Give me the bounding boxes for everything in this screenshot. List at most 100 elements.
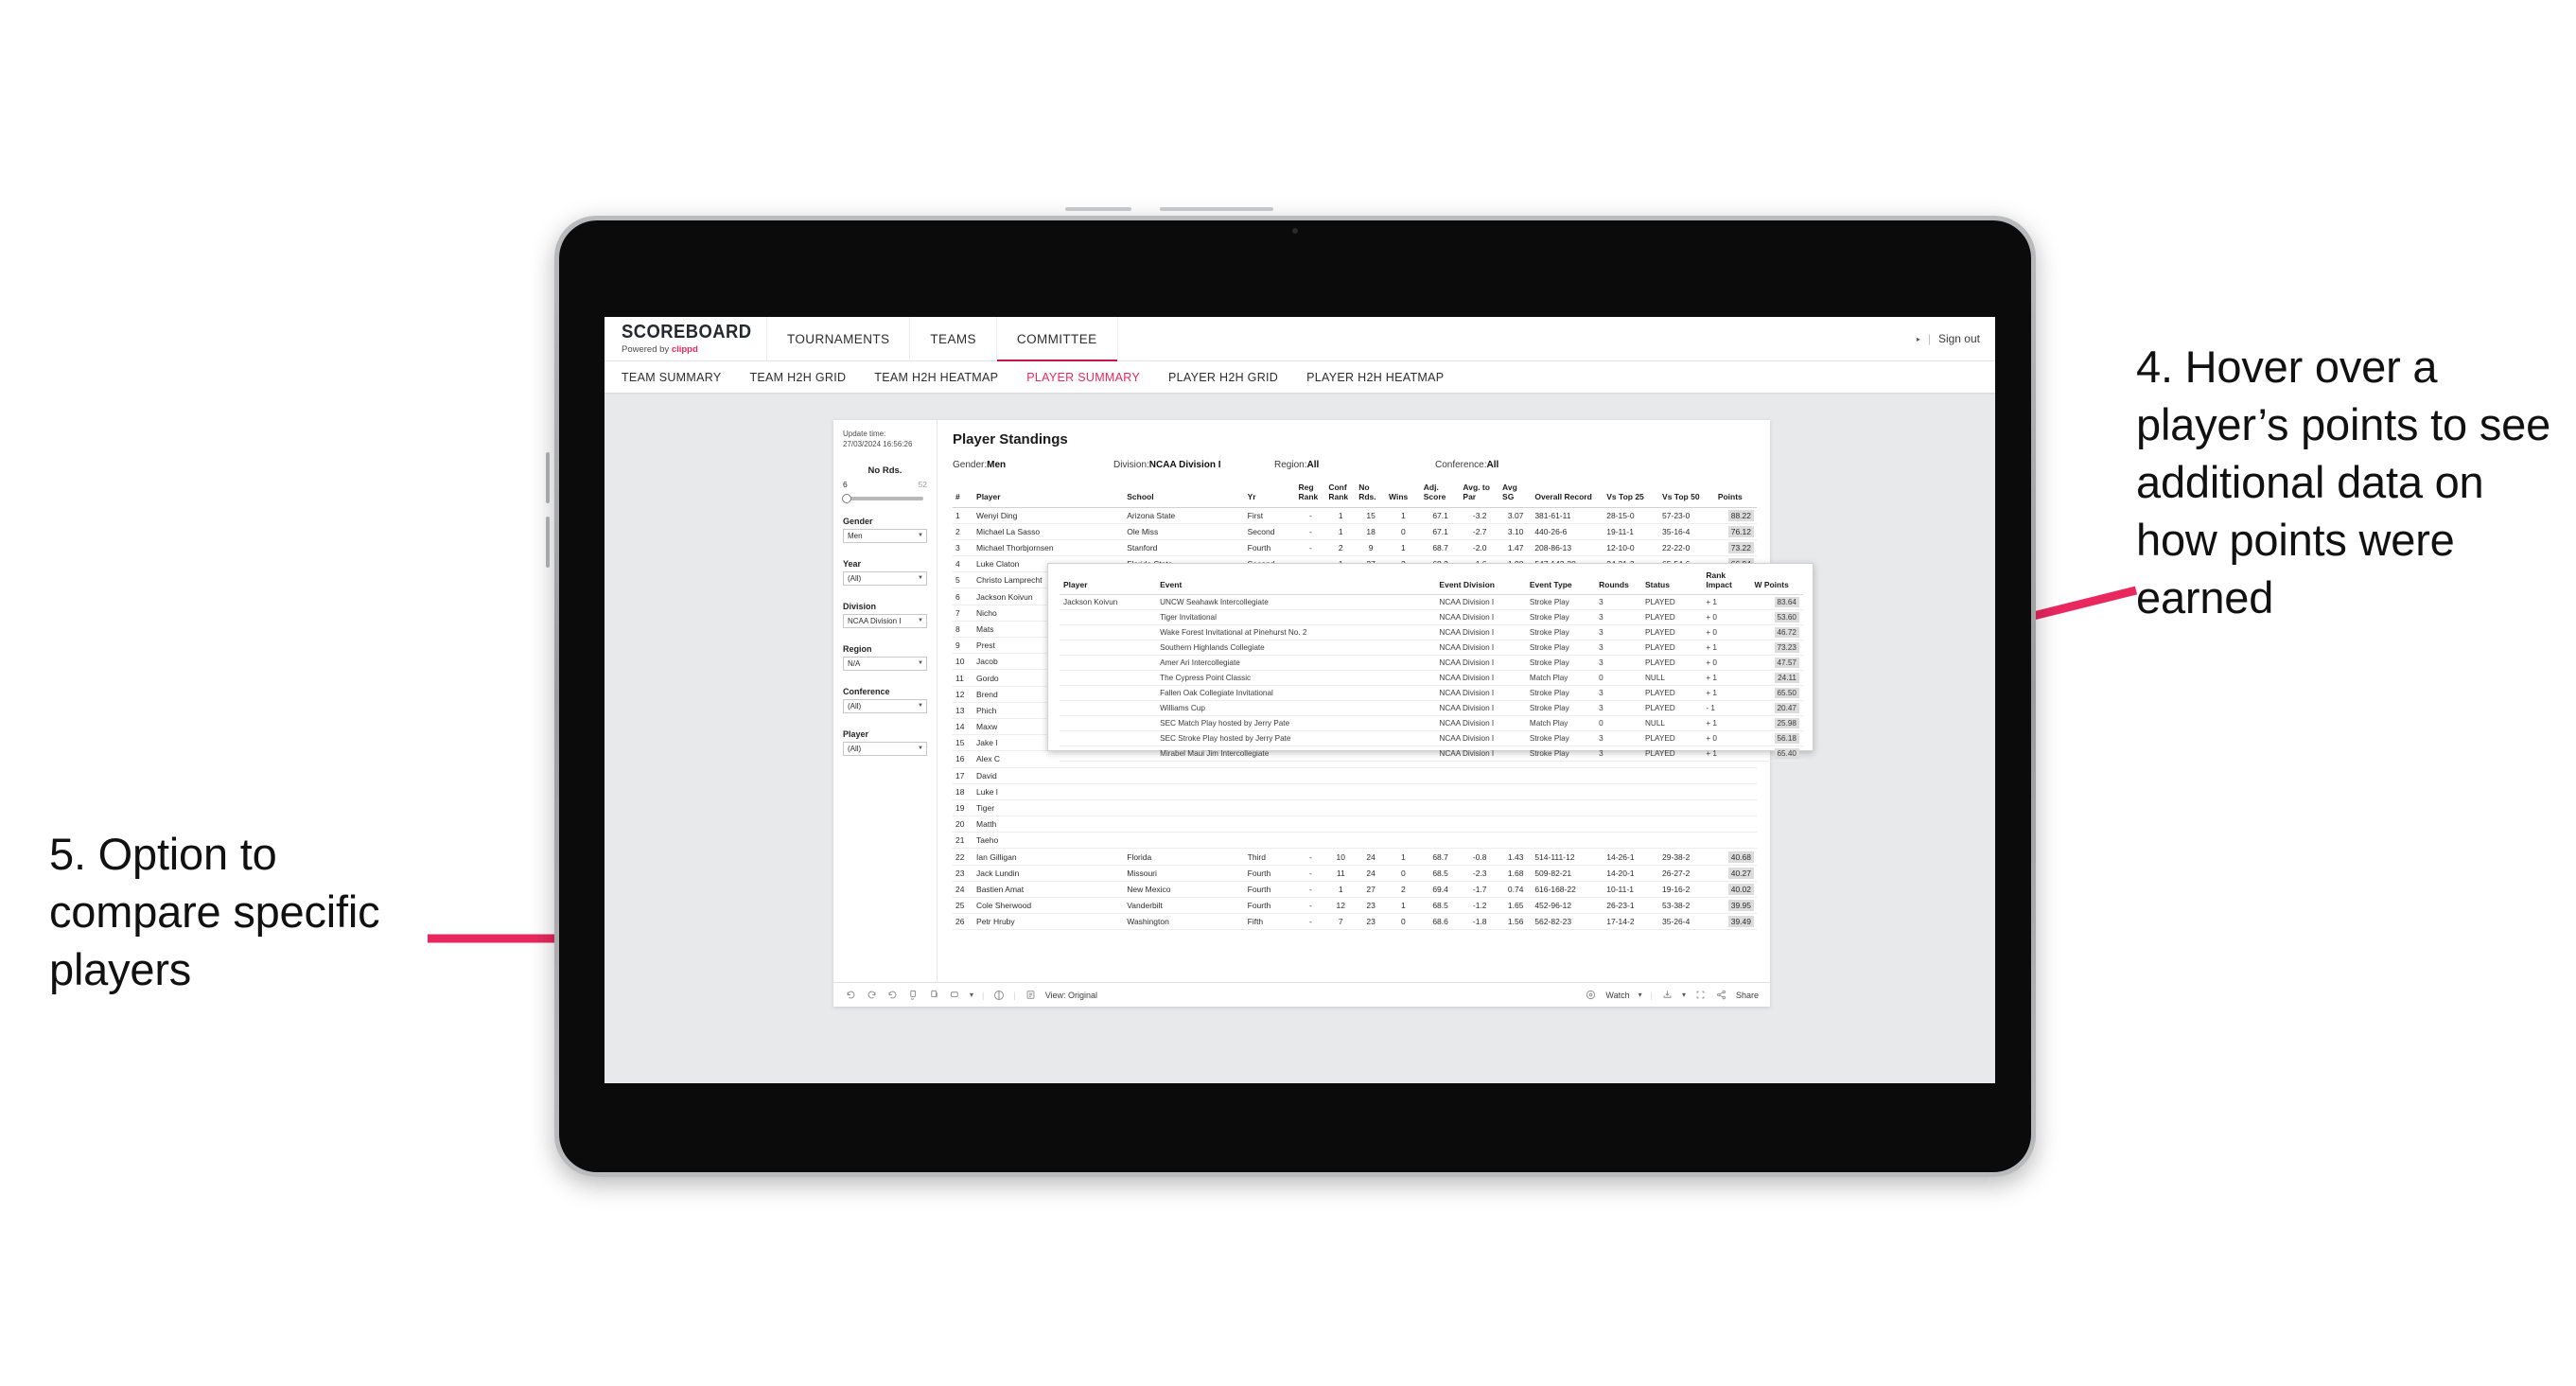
table-row[interactable]: 3 Michael Thorbjornsen Stanford Fourth -2 9 1 6… xyxy=(953,539,1757,557)
subnav-team-h2h-heatmap[interactable]: TEAM H2H HEATMAP xyxy=(874,371,998,384)
col-rank[interactable]: # xyxy=(953,483,974,508)
sign-out-link[interactable]: Sign out xyxy=(1938,332,1980,345)
revert-icon[interactable] xyxy=(886,989,899,1001)
cell-yr xyxy=(1244,799,1296,817)
volume-up-button[interactable] xyxy=(546,452,550,503)
brand-logo[interactable]: SCOREBOARD Powered by clippd xyxy=(605,317,767,360)
no-rounds-slider[interactable]: No Rds. 6 52 xyxy=(842,465,927,503)
col-reg-rank[interactable]: Reg Rank xyxy=(1295,482,1326,508)
col-points[interactable]: Points xyxy=(1714,483,1757,508)
cell-points[interactable]: 40.68 xyxy=(1714,848,1757,866)
table-row[interactable]: 23 Jack Lundin Missouri Fourth -11 24 0 68.5 -2.… xyxy=(953,865,1757,882)
pause-auto-update-icon[interactable] xyxy=(992,989,1005,1001)
table-row[interactable]: 25 Cole Sherwood Vanderbilt Fourth -12 23 1 68.… xyxy=(953,897,1757,915)
filter-division-select[interactable]: NCAA Division I ▼ xyxy=(843,613,927,628)
points-value[interactable]: 39.49 xyxy=(1727,916,1754,928)
topnav-teams[interactable]: TEAMS xyxy=(910,317,997,360)
cell-points[interactable] xyxy=(1714,832,1757,850)
filter-player-select[interactable]: (All) ▼ xyxy=(843,741,927,756)
watch-label[interactable]: Watch xyxy=(1605,991,1629,1000)
filter-gender-select[interactable]: Men ▼ xyxy=(843,528,927,543)
table-row[interactable]: 2 Michael La Sasso Ole Miss Second -1 18 0 67.1… xyxy=(953,523,1757,540)
watch-icon[interactable] xyxy=(1585,989,1597,1001)
points-value[interactable]: 40.27 xyxy=(1727,867,1754,879)
filter-region-select[interactable]: N/A ▼ xyxy=(843,656,927,671)
table-row[interactable]: 17 David xyxy=(953,767,1757,784)
power-button[interactable] xyxy=(1065,207,1131,211)
filter-conference-select[interactable]: (All) ▼ xyxy=(843,698,927,713)
col-school[interactable]: School xyxy=(1124,483,1245,508)
share-icon[interactable] xyxy=(1715,989,1727,1001)
cell-points[interactable]: 76.12 xyxy=(1714,523,1757,540)
slider-track[interactable] xyxy=(842,493,923,503)
table-row[interactable]: 19 Tiger xyxy=(953,799,1757,817)
undo-icon[interactable] xyxy=(845,989,857,1001)
subnav-player-summary[interactable]: PLAYER SUMMARY xyxy=(1026,371,1140,384)
points-value[interactable]: 88.22 xyxy=(1727,509,1754,521)
chevron-down-icon[interactable]: ▾ xyxy=(1682,991,1686,999)
pause-updates-icon[interactable] xyxy=(928,989,940,1001)
subnav-player-h2h-heatmap[interactable]: PLAYER H2H HEATMAP xyxy=(1306,371,1444,384)
col-vs-top-50[interactable]: Vs Top 50 xyxy=(1659,483,1715,508)
filter-year-select[interactable]: (All) ▼ xyxy=(843,570,927,586)
download-icon[interactable] xyxy=(1661,989,1674,1001)
table-row[interactable]: 22 Ian Gilligan Florida Third -10 24 1 68.7 -0.8… xyxy=(953,848,1757,866)
table-row[interactable]: 21 Taeho xyxy=(953,832,1757,850)
volume-down-button[interactable] xyxy=(546,517,550,568)
col-avg-to-par[interactable]: Avg. to Par xyxy=(1460,482,1500,508)
share-label[interactable]: Share xyxy=(1736,991,1759,1000)
table-row[interactable]: 20 Matth xyxy=(953,816,1757,833)
points-value[interactable]: 40.68 xyxy=(1727,851,1754,863)
col-avg-sg[interactable]: Avg SG xyxy=(1499,482,1533,508)
col-yr[interactable]: Yr xyxy=(1244,483,1296,508)
cell-no-rds: 24 xyxy=(1356,865,1387,882)
cell-player: Petr Hruby xyxy=(973,913,1125,931)
topnav-tournaments[interactable]: TOURNAMENTS xyxy=(767,317,911,360)
col-overall-record[interactable]: Overall Record xyxy=(1532,483,1604,508)
cell-points[interactable]: 40.27 xyxy=(1714,865,1757,882)
points-value[interactable]: 76.12 xyxy=(1727,525,1754,537)
refresh-data-icon[interactable] xyxy=(907,989,920,1001)
cell-points[interactable] xyxy=(1714,783,1757,800)
subnav-player-h2h-grid[interactable]: PLAYER H2H GRID xyxy=(1168,371,1278,384)
table-row[interactable]: 24 Bastien Amat New Mexico Fourth -1 27 2 69.4-… xyxy=(953,881,1757,899)
meta-region: Region: All xyxy=(1274,460,1435,470)
device-layout-icon[interactable] xyxy=(949,989,961,1001)
subnav-team-h2h-grid[interactable]: TEAM H2H GRID xyxy=(749,371,846,384)
cell-points[interactable] xyxy=(1714,767,1757,784)
col-conf-rank[interactable]: Conf Rank xyxy=(1325,482,1357,508)
slider-handle[interactable] xyxy=(842,493,851,503)
view-original-label[interactable]: View: Original xyxy=(1045,991,1097,1000)
tooltip-row: Williams Cup NCAA Division I Stroke Play 3 P… xyxy=(1060,700,1803,716)
col-no-rds[interactable]: No Rds. xyxy=(1356,482,1387,508)
cell-points[interactable]: 88.22 xyxy=(1714,507,1757,524)
col-wins[interactable]: Wins xyxy=(1386,483,1421,508)
points-value[interactable]: 39.95 xyxy=(1727,900,1754,912)
view-original-icon[interactable] xyxy=(1025,989,1037,1001)
tip-cell-rank-impact: + 1 xyxy=(1702,594,1751,610)
tip-points-value: 46.72 xyxy=(1774,626,1799,638)
points-value[interactable]: 40.02 xyxy=(1727,883,1754,895)
table-row[interactable]: 26 Petr Hruby Washington Fifth -7 23 0 68.6 -1.8… xyxy=(953,913,1757,931)
chevron-down-icon[interactable]: ▾ xyxy=(970,991,973,999)
cell-points[interactable] xyxy=(1714,816,1757,833)
cell-points[interactable] xyxy=(1714,799,1757,817)
cell-points[interactable]: 40.02 xyxy=(1714,881,1757,899)
col-adj-score[interactable]: Adj. Score xyxy=(1420,482,1461,508)
topnav-committee[interactable]: COMMITTEE xyxy=(996,317,1118,361)
chevron-down-icon[interactable]: ▾ xyxy=(1638,991,1642,999)
user-menu-caret-icon[interactable]: ▸ xyxy=(1917,335,1920,343)
redo-icon[interactable] xyxy=(866,989,878,1001)
cell-points[interactable]: 73.22 xyxy=(1714,539,1757,557)
cell-points[interactable]: 39.49 xyxy=(1714,913,1757,931)
table-row[interactable]: 1 Wenyi Ding Arizona State First -1 15 1 67.1 -3… xyxy=(953,507,1757,524)
cell-points[interactable]: 39.95 xyxy=(1714,897,1757,915)
subnav-team-summary[interactable]: TEAM SUMMARY xyxy=(622,371,721,384)
col-vs-top-25[interactable]: Vs Top 25 xyxy=(1603,483,1660,508)
fullscreen-icon[interactable] xyxy=(1694,989,1707,1001)
col-player[interactable]: Player xyxy=(973,483,1125,508)
table-row[interactable]: 18 Luke l xyxy=(953,783,1757,800)
tip-cell-player xyxy=(1060,700,1157,716)
tip-cell-rank-impact: + 1 xyxy=(1702,670,1751,686)
points-value[interactable]: 73.22 xyxy=(1727,542,1754,553)
